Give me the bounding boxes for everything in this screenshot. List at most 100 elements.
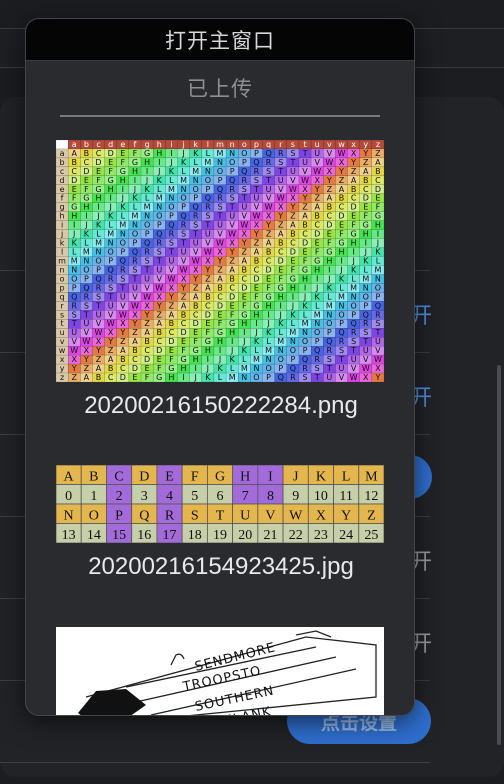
grid-letter: B bbox=[254, 256, 260, 265]
grid-letter: L bbox=[121, 212, 126, 221]
grid-letter: S bbox=[339, 346, 344, 355]
grid-letter: X bbox=[108, 328, 114, 337]
grid-letter: Z bbox=[108, 346, 114, 355]
grid-letter: o bbox=[60, 274, 65, 283]
file-item[interactable]: abcdefghijklmnopqrstuvwxyzaABCDEFGHIJKLM… bbox=[56, 140, 386, 420]
grid-letter: C bbox=[96, 149, 102, 158]
grid-letter: Y bbox=[144, 310, 150, 319]
grid-letter: R bbox=[339, 337, 345, 346]
grid-letter: Q bbox=[108, 265, 114, 274]
grid-letter: C bbox=[241, 274, 247, 283]
grid-letter: C bbox=[181, 319, 187, 328]
grid-letter: X bbox=[205, 256, 211, 265]
table-cell-text: L bbox=[342, 470, 351, 485]
grid-letter: O bbox=[265, 364, 271, 373]
grid-letter: L bbox=[291, 319, 296, 328]
grid-letter: W bbox=[107, 319, 115, 328]
grid-letter: n bbox=[230, 140, 235, 149]
grid-letter: D bbox=[71, 176, 77, 185]
grid-letter: F bbox=[181, 346, 186, 355]
grid-letter: Y bbox=[107, 337, 113, 346]
grid-letter: M bbox=[302, 319, 309, 328]
grid-letter: P bbox=[181, 203, 186, 212]
grid-letter: B bbox=[144, 337, 150, 346]
grid-letter: Q bbox=[241, 167, 247, 176]
grid-letter: C bbox=[363, 185, 369, 194]
grid-letter: D bbox=[314, 230, 320, 239]
grid-letter: V bbox=[108, 310, 114, 319]
grid-letter: J bbox=[218, 355, 221, 364]
grid-letter: N bbox=[229, 149, 235, 158]
grid-letter: O bbox=[253, 373, 259, 382]
grid-letter: S bbox=[132, 265, 137, 274]
grid-letter: D bbox=[120, 373, 126, 382]
grid-letter: E bbox=[205, 319, 210, 328]
grid-letter: I bbox=[340, 256, 342, 265]
grid-letter: E bbox=[303, 248, 308, 257]
grid-letter: Y bbox=[71, 364, 77, 373]
grid-letter: Y bbox=[95, 346, 101, 355]
grid-letter: P bbox=[327, 328, 332, 337]
grid-letter: J bbox=[279, 310, 282, 319]
grid-letter: Y bbox=[241, 239, 247, 248]
grid-letter: R bbox=[120, 265, 126, 274]
file-item[interactable]: SENDMORE TROOPSTO SOUTHERN FLANK bbox=[56, 627, 386, 715]
grid-letter: N bbox=[326, 310, 332, 319]
grid-letter: Q bbox=[314, 346, 320, 355]
grid-letter: Z bbox=[229, 256, 235, 265]
grid-letter: S bbox=[72, 310, 77, 319]
grid-letter: Z bbox=[217, 265, 223, 274]
grid-letter: R bbox=[205, 203, 211, 212]
table-cell-text: 25 bbox=[364, 528, 378, 543]
file-item[interactable]: A B C D E F G H I J K L M 0 1 2 3 4 5 6 7 8 9 10 11 12 N O P Q R S T U V W X… bbox=[55, 464, 386, 581]
grid-letter: v bbox=[327, 140, 332, 149]
grid-letter: P bbox=[254, 149, 259, 158]
grid-letter: Q bbox=[83, 283, 89, 292]
grid-letter: I bbox=[158, 158, 160, 167]
open-main-window-button[interactable]: 打开主窗口 bbox=[26, 19, 414, 61]
grid-letter: L bbox=[218, 373, 223, 382]
grid-letter: P bbox=[96, 265, 101, 274]
grid-letter: S bbox=[96, 292, 101, 301]
grid-letter: V bbox=[327, 149, 333, 158]
grid-letter: S bbox=[278, 158, 283, 167]
grid-letter: N bbox=[156, 203, 162, 212]
grid-letter: B bbox=[339, 194, 345, 203]
scrollbar[interactable] bbox=[497, 365, 501, 745]
grid-letter: H bbox=[168, 373, 174, 382]
grid-letter: Q bbox=[156, 230, 162, 239]
grid-letter: U bbox=[71, 328, 77, 337]
grid-letter: Y bbox=[277, 212, 283, 221]
grid-letter: A bbox=[96, 364, 102, 373]
grid-letter: W bbox=[204, 248, 212, 257]
grid-letter: K bbox=[205, 373, 211, 382]
grid-letter: I bbox=[146, 167, 148, 176]
grid-letter: F bbox=[108, 167, 113, 176]
grid-letter: T bbox=[192, 230, 198, 239]
grid-letter: V bbox=[278, 185, 284, 194]
grid-letter: Z bbox=[144, 319, 150, 328]
grid-letter: K bbox=[157, 176, 163, 185]
grid-letter: M bbox=[83, 248, 90, 257]
grid-letter: R bbox=[266, 158, 272, 167]
table-cell-text: 10 bbox=[314, 489, 328, 504]
grid-letter: C bbox=[290, 239, 296, 248]
grid-letter: G bbox=[229, 319, 235, 328]
grid-letter: W bbox=[95, 328, 103, 337]
grid-letter: F bbox=[133, 149, 138, 158]
grid-letter: J bbox=[242, 337, 245, 346]
grid-letter: V bbox=[290, 176, 296, 185]
grid-letter: H bbox=[314, 265, 320, 274]
grid-letter: W bbox=[338, 149, 346, 158]
grid-letter: D bbox=[193, 319, 199, 328]
grid-letter: U bbox=[254, 194, 260, 203]
grid-letter: P bbox=[363, 301, 368, 310]
grid-letter: H bbox=[156, 149, 162, 158]
grid-letter: P bbox=[72, 283, 77, 292]
grid-letter: R bbox=[314, 355, 320, 364]
grid-letter: L bbox=[133, 203, 138, 212]
grid-letter: B bbox=[290, 230, 296, 239]
grid-letter: J bbox=[194, 373, 197, 382]
grid-letter: M bbox=[132, 212, 139, 221]
grid-letter: M bbox=[180, 176, 187, 185]
